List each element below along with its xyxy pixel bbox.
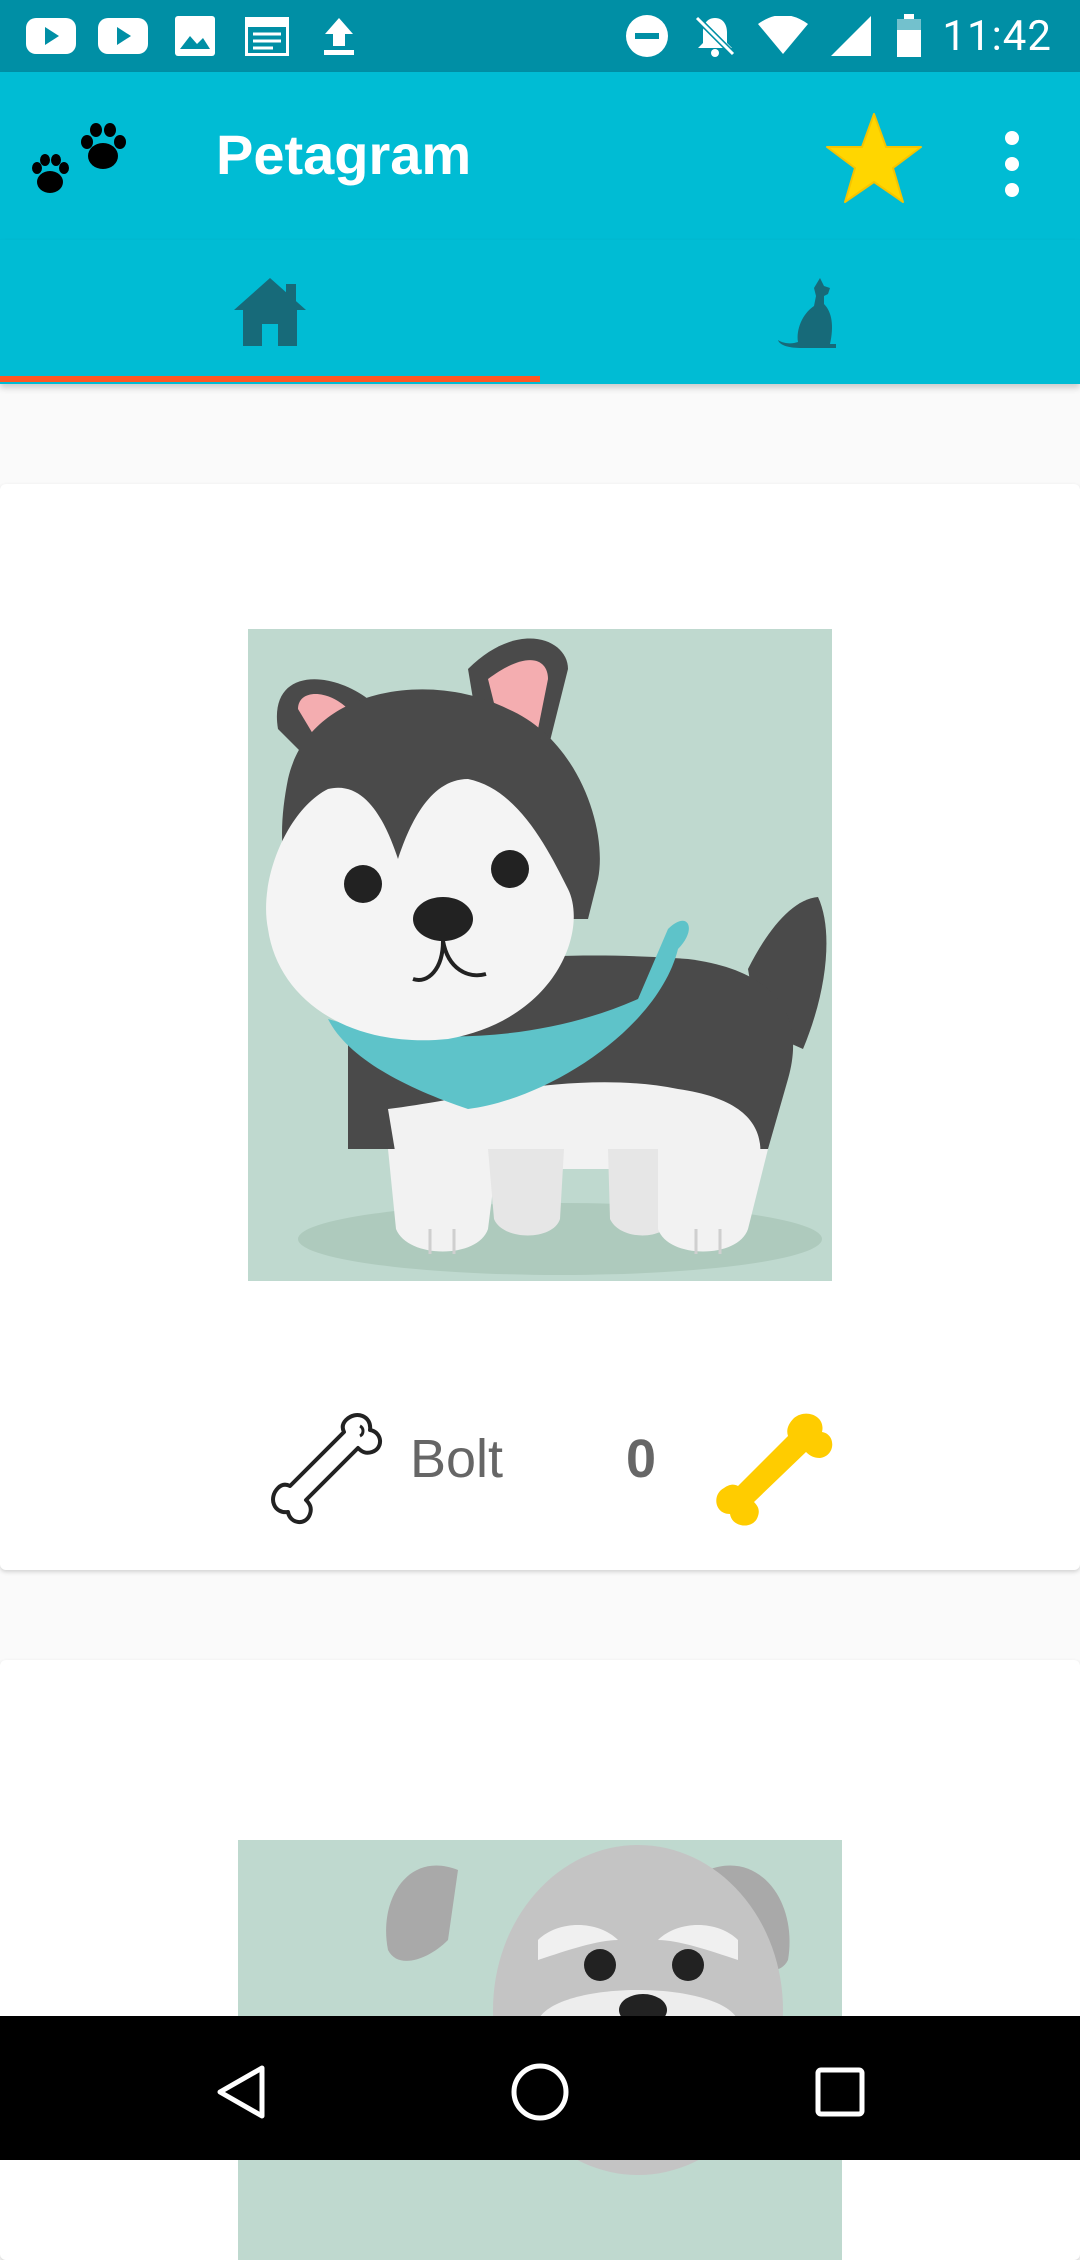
- wifi-icon: [758, 14, 809, 58]
- paw-prints-icon: [28, 112, 138, 202]
- youtube-icon: [98, 14, 148, 58]
- like-count: 0: [626, 1429, 657, 1489]
- image-icon: [170, 14, 220, 58]
- battery-icon: [894, 14, 924, 58]
- status-bar: 11:42: [0, 0, 1080, 72]
- app-bar: Petagram: [0, 72, 1080, 240]
- youtube-icon: [26, 14, 76, 58]
- tab-bar: [0, 240, 1080, 384]
- recents-icon[interactable]: [800, 2052, 880, 2132]
- system-navigation-bar: [0, 2016, 1080, 2160]
- app-title: Petagram: [216, 123, 472, 186]
- notifications-off-icon: [690, 14, 740, 58]
- signal-icon: [826, 14, 876, 58]
- upload-icon: [314, 14, 364, 58]
- tab-indicator: [0, 376, 540, 382]
- home-icon: [234, 278, 306, 346]
- clock: 11:42: [942, 11, 1052, 61]
- calendar-icon: [242, 14, 292, 58]
- home-circle-icon[interactable]: [500, 2052, 580, 2132]
- star-icon[interactable]: [824, 110, 924, 210]
- tab-pet-profile[interactable]: [540, 240, 1080, 384]
- more-vert-icon[interactable]: [988, 124, 1036, 204]
- back-icon[interactable]: [202, 2052, 282, 2132]
- pet-card-footer: Bolt 0: [0, 1406, 1080, 1526]
- pet-card[interactable]: Bolt 0: [0, 484, 1080, 1570]
- pet-card[interactable]: [0, 1660, 1080, 2260]
- dnd-icon: [622, 14, 672, 58]
- bone-outline-icon[interactable]: [264, 1406, 384, 1526]
- tab-home[interactable]: [0, 240, 540, 384]
- bone-like-icon[interactable]: [710, 1406, 834, 1526]
- dog-photo-husky: [248, 629, 832, 1281]
- pet-profile-icon: [778, 278, 836, 348]
- pet-name: Bolt: [410, 1429, 504, 1489]
